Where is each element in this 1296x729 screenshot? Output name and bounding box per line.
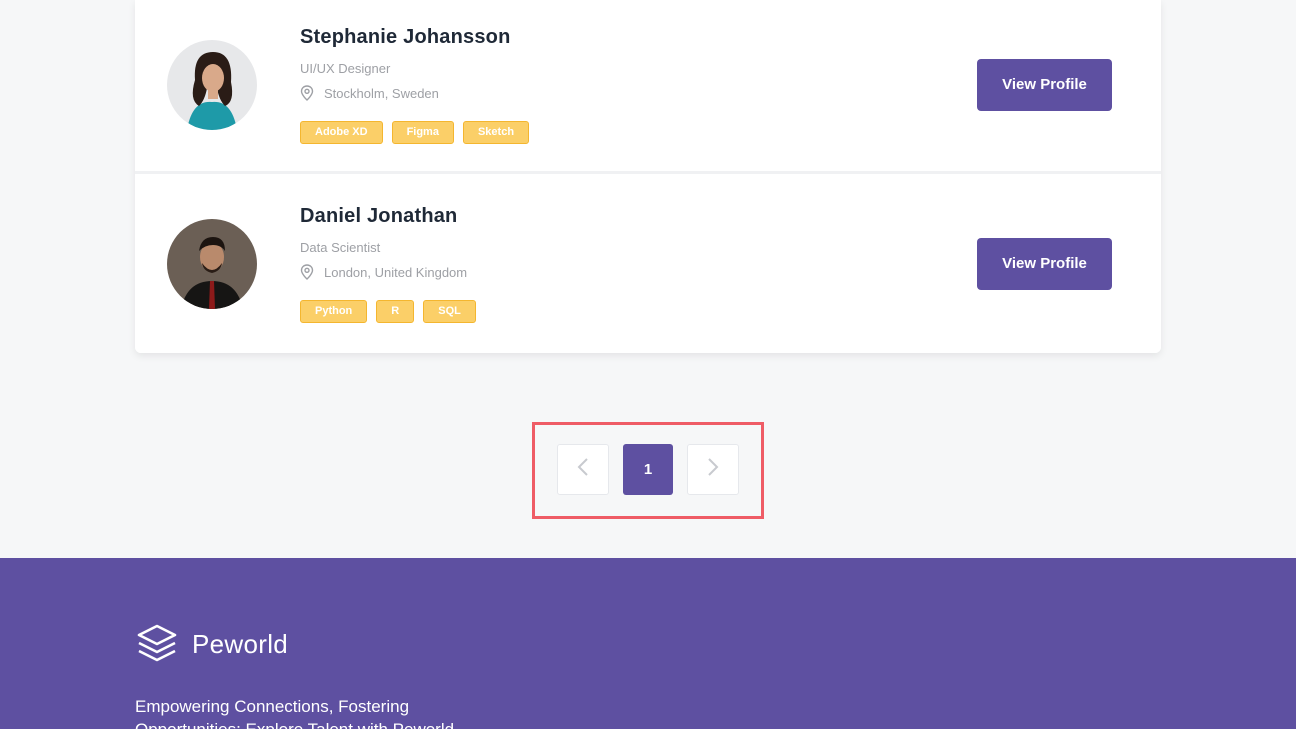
location-pin-icon [300, 264, 314, 280]
location-text: Stockholm, Sweden [324, 85, 439, 101]
footer-tagline: Empowering Connections, Fostering Opport… [135, 697, 454, 729]
talent-title: UI/UX Designer [300, 61, 391, 76]
chevron-right-icon [707, 457, 719, 482]
skill-badge: Adobe XD [300, 121, 383, 144]
skill-list: Adobe XD Figma Sketch [300, 121, 530, 144]
avatar [167, 219, 257, 309]
location-pin-icon [300, 85, 314, 101]
layers-icon [135, 622, 179, 666]
page: Stephanie Johansson UI/UX Designer Stock… [0, 0, 1296, 729]
talent-card: Daniel Jonathan Data Scientist London, U… [135, 177, 1161, 353]
chevron-left-icon [577, 457, 589, 482]
talent-card: Stephanie Johansson UI/UX Designer Stock… [135, 0, 1161, 174]
skill-badge: Sketch [462, 121, 530, 144]
previous-page-button[interactable] [557, 444, 609, 495]
talent-list: Stephanie Johansson UI/UX Designer Stock… [135, 0, 1161, 353]
footer-logo[interactable]: Peworld [135, 622, 288, 666]
view-profile-button[interactable]: View Profile [977, 59, 1112, 111]
next-page-button[interactable] [687, 444, 739, 495]
talent-location: London, United Kingdom [300, 264, 467, 280]
talent-name: Daniel Jonathan [300, 205, 458, 227]
footer-brand: Peworld [192, 628, 289, 659]
talent-location: Stockholm, Sweden [300, 85, 439, 101]
talent-name: Stephanie Johansson [300, 26, 511, 48]
avatar [167, 40, 257, 130]
talent-title: Data Scientist [300, 240, 381, 255]
skill-badge: Figma [391, 121, 454, 144]
location-text: London, United Kingdom [324, 264, 468, 280]
skill-badge: R [376, 300, 415, 323]
view-profile-button[interactable]: View Profile [977, 238, 1112, 290]
footer: Peworld Empowering Connections, Fosterin… [0, 558, 1296, 729]
skill-badge: SQL [423, 300, 476, 323]
skill-list: Python R SQL [300, 300, 476, 323]
page-number-button[interactable]: 1 [623, 444, 673, 495]
skill-badge: Python [300, 300, 368, 323]
